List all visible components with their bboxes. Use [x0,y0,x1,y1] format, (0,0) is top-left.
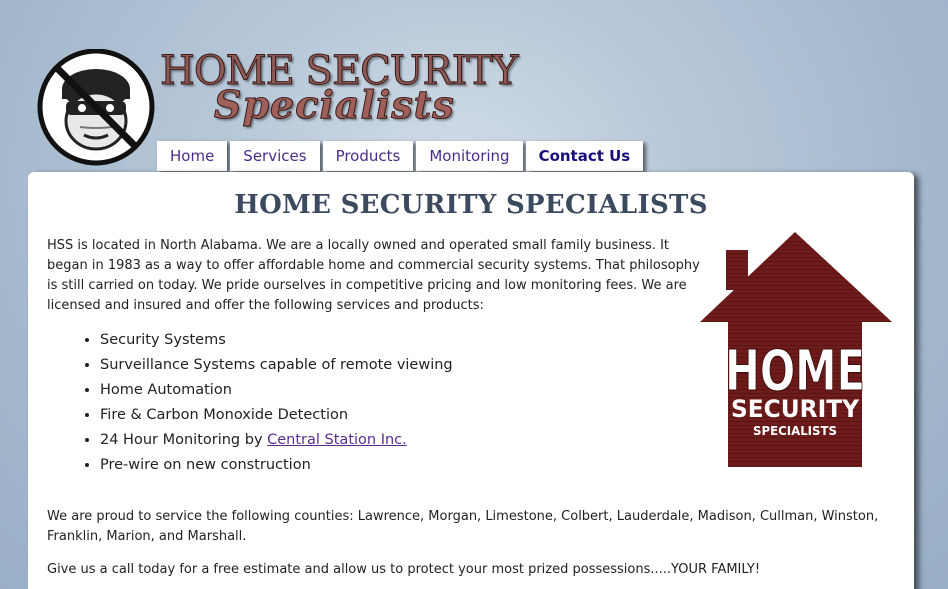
service-text: Home Automation [100,382,232,398]
service-text: Surveillance Systems capable of remote v… [100,357,453,373]
services-list: Security Systems Surveillance Systems ca… [80,328,453,478]
counties-paragraph: We are proud to service the following co… [47,509,879,544]
central-station-link[interactable]: Central Station Inc. [267,432,407,448]
nav-contact-us[interactable]: Contact Us [525,141,644,171]
intro-paragraph: HSS is located in North Alabama. We are … [47,238,700,313]
house-logo-icon: HOME SECURITY SPECIALISTS [700,232,892,467]
content-panel: HOME SECURITY SPECIALISTS HSS is located… [28,172,914,589]
closing-paragraph: Give us a call today for a free estimate… [47,562,761,577]
nav-monitoring[interactable]: Monitoring [416,141,523,171]
nav-services[interactable]: Services [230,141,320,171]
site-logo[interactable]: HOME SECURITY Specialists [150,44,518,139]
service-item: 24 Hour Monitoring by Central Station In… [100,428,453,453]
nav-home[interactable]: Home [157,141,228,171]
no-burglar-logo-icon [37,49,155,166]
service-item: Pre-wire on new construction [100,453,453,478]
page-title: HOME SECURITY SPECIALISTS [234,190,708,220]
service-text: Fire & Carbon Monoxide Detection [100,407,349,423]
service-item: Surveillance Systems capable of remote v… [100,353,453,378]
service-text: 24 Hour Monitoring by [100,432,268,448]
service-text: Security Systems [100,332,226,348]
service-item: Security Systems [100,328,453,353]
service-item: Fire & Carbon Monoxide Detection [100,403,453,428]
house-logo-line2: SECURITY [731,395,860,423]
service-text: Pre-wire on new construction [100,457,311,473]
house-logo-line3: SPECIALISTS [753,424,837,438]
main-nav: Home Services Products Monitoring Contac… [157,141,644,171]
service-item: Home Automation [100,378,453,403]
nav-products[interactable]: Products [322,141,414,171]
logo-subtitle: Specialists [214,82,455,128]
